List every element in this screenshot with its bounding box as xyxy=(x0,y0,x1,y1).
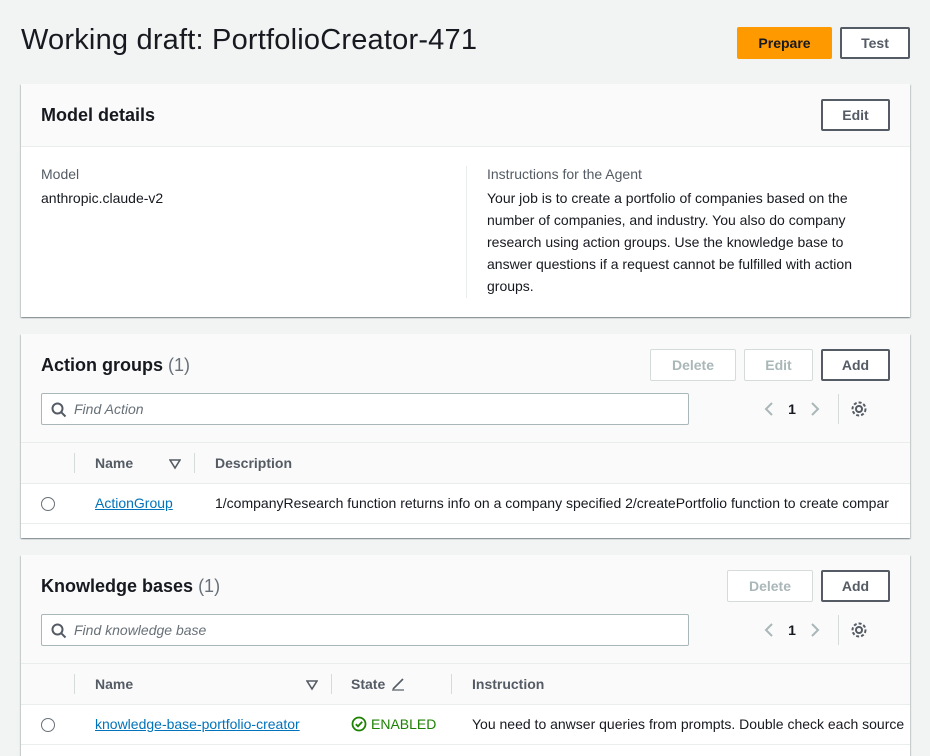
column-separator xyxy=(331,674,332,694)
add-action-group-button[interactable]: Add xyxy=(821,349,890,381)
column-header-state: State xyxy=(351,676,386,692)
test-button[interactable]: Test xyxy=(840,27,910,59)
action-groups-count: (1) xyxy=(168,355,191,375)
sort-down-icon[interactable] xyxy=(305,678,319,696)
action-groups-pagination: 1 xyxy=(758,393,869,425)
knowledge-bases-table-header: Name State Instruction xyxy=(21,663,910,705)
knowledge-base-search-input[interactable]: Find knowledge base xyxy=(41,614,689,646)
page-title: Working draft: PortfolioCreator-471 xyxy=(21,24,478,56)
edit-model-button[interactable]: Edit xyxy=(821,99,890,131)
prepare-button[interactable]: Prepare xyxy=(737,27,832,59)
action-search-placeholder: Find Action xyxy=(74,401,144,417)
column-header-description: Description xyxy=(215,455,293,471)
knowledge-bases-header: Knowledge bases (1) Delete Add Find know… xyxy=(21,555,910,663)
action-groups-header: Action groups (1) Delete Edit Add Find A… xyxy=(21,334,910,442)
model-details-header: Model details Edit xyxy=(21,84,910,147)
knowledge-bases-panel: Knowledge bases (1) Delete Add Find know… xyxy=(21,555,910,756)
knowledge-bases-count: (1) xyxy=(198,576,221,596)
column-header-name[interactable]: Name xyxy=(95,455,133,471)
pagination-divider xyxy=(838,394,839,424)
pencil-icon xyxy=(391,677,405,696)
column-separator xyxy=(74,674,75,694)
previous-page-icon[interactable] xyxy=(758,619,780,641)
table-row: knowledge-base-portfolio-creator ENABLED… xyxy=(21,705,910,745)
action-group-link[interactable]: ActionGroup xyxy=(95,495,173,511)
column-separator xyxy=(194,453,195,473)
search-icon xyxy=(51,623,67,639)
column-separator xyxy=(451,674,452,694)
column-separator xyxy=(74,453,75,473)
gear-icon[interactable] xyxy=(849,620,869,640)
model-label: Model xyxy=(41,166,80,182)
knowledge-bases-pagination: 1 xyxy=(758,614,869,646)
pagination-divider xyxy=(838,615,839,645)
knowledge-bases-title-text: Knowledge bases xyxy=(41,576,194,596)
action-groups-table-header: Name Description xyxy=(21,442,910,484)
next-page-icon[interactable] xyxy=(804,619,826,641)
action-groups-title-text: Action groups xyxy=(41,355,163,375)
knowledge-base-instruction: You need to anwser queries from prompts.… xyxy=(472,716,905,732)
add-knowledge-base-button[interactable]: Add xyxy=(821,570,890,602)
column-header-name[interactable]: Name xyxy=(95,676,133,692)
check-circle-icon xyxy=(351,716,367,732)
next-page-icon[interactable] xyxy=(804,398,826,420)
status-text: ENABLED xyxy=(371,716,437,732)
action-groups-panel: Action groups (1) Delete Edit Add Find A… xyxy=(21,334,910,538)
sort-down-icon[interactable] xyxy=(168,457,182,475)
search-icon xyxy=(51,402,67,418)
row-select-radio[interactable] xyxy=(41,497,55,511)
knowledge-base-link[interactable]: knowledge-base-portfolio-creator xyxy=(95,716,300,732)
table-row: ActionGroup 1/companyResearch function r… xyxy=(21,484,910,524)
column-header-instruction: Instruction xyxy=(472,676,545,692)
action-search-input[interactable]: Find Action xyxy=(41,393,689,425)
gear-icon[interactable] xyxy=(849,399,869,419)
model-details-panel: Model details Edit Model anthropic.claud… xyxy=(21,84,910,317)
action-group-description: 1/companyResearch function returns info … xyxy=(215,495,889,511)
page-number[interactable]: 1 xyxy=(780,401,804,417)
instructions-value: Your job is to create a portfolio of com… xyxy=(487,190,852,294)
page-number[interactable]: 1 xyxy=(780,622,804,638)
model-value: anthropic.claude-v2 xyxy=(41,190,164,206)
model-details-title: Model details xyxy=(41,105,156,125)
status-badge: ENABLED xyxy=(351,716,436,732)
delete-knowledge-base-button[interactable]: Delete xyxy=(727,570,813,602)
edit-action-group-button[interactable]: Edit xyxy=(744,349,813,381)
previous-page-icon[interactable] xyxy=(758,398,780,420)
delete-action-group-button[interactable]: Delete xyxy=(650,349,736,381)
row-select-radio[interactable] xyxy=(41,718,55,732)
knowledge-base-search-placeholder: Find knowledge base xyxy=(74,622,207,638)
knowledge-bases-title: Knowledge bases (1) xyxy=(41,576,220,597)
instructions-label: Instructions for the Agent xyxy=(487,166,642,182)
action-groups-title: Action groups (1) xyxy=(41,355,190,376)
column-divider xyxy=(466,166,467,298)
